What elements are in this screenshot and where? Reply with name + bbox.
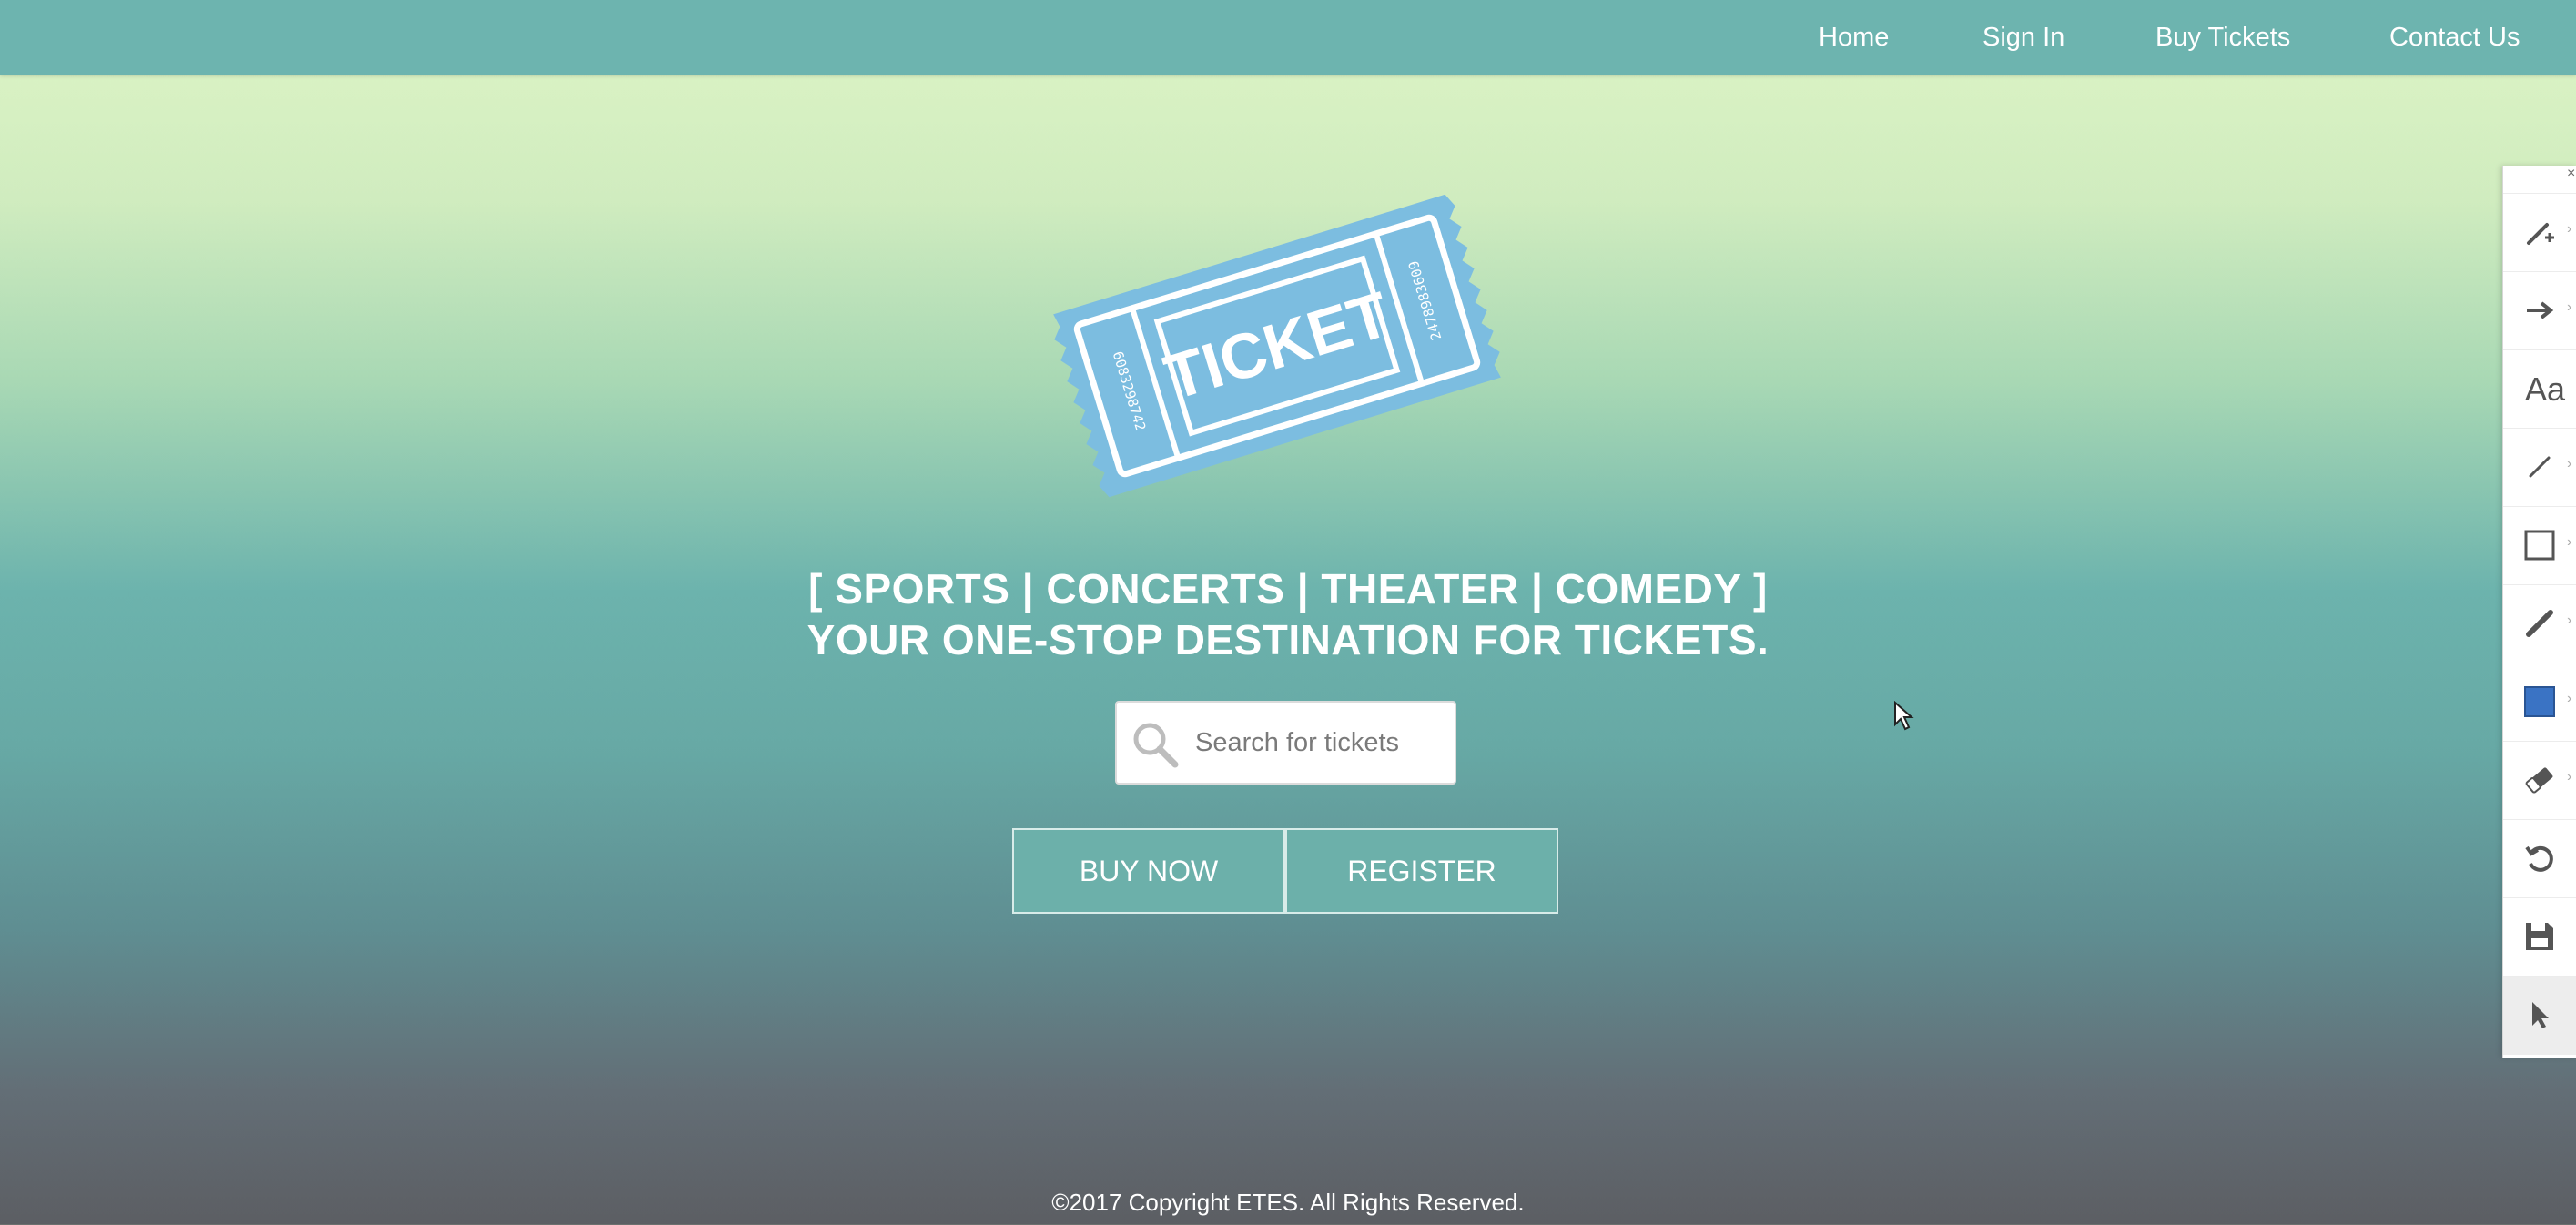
nav-sign-in-link[interactable]: Sign In bbox=[1983, 0, 2064, 75]
select-pointer-icon bbox=[2532, 1002, 2549, 1028]
rectangle-icon bbox=[2524, 530, 2555, 561]
undo-icon bbox=[2525, 845, 2553, 872]
pen-add-icon bbox=[2527, 223, 2554, 245]
color-swatch-icon bbox=[2524, 686, 2555, 717]
line-icon bbox=[2529, 456, 2551, 478]
search-box bbox=[1115, 701, 1456, 785]
arrow-right-icon bbox=[2527, 301, 2554, 319]
color-tool[interactable]: › bbox=[2503, 663, 2576, 742]
chevron-right-icon: › bbox=[2567, 612, 2572, 628]
register-button[interactable]: REGISTER bbox=[1285, 828, 1558, 914]
save-tool[interactable] bbox=[2503, 897, 2576, 977]
eraser-tool[interactable]: › bbox=[2503, 741, 2576, 820]
save-icon bbox=[2526, 923, 2553, 950]
buy-now-button[interactable]: BUY NOW bbox=[1012, 828, 1285, 914]
nav-buy-tickets-link[interactable]: Buy Tickets bbox=[2155, 0, 2290, 75]
arrow-tool[interactable]: › bbox=[2503, 271, 2576, 350]
chevron-right-icon: › bbox=[2567, 769, 2572, 785]
chevron-right-icon: › bbox=[2567, 299, 2572, 315]
search-input[interactable] bbox=[1195, 703, 1450, 783]
mouse-cursor-icon bbox=[1894, 701, 1914, 731]
ticket-logo: TICKET 6083298742 2478983609 bbox=[1053, 194, 1501, 498]
nav-home-link[interactable]: Home bbox=[1819, 0, 1889, 75]
search-icon bbox=[1133, 723, 1179, 768]
rectangle-tool[interactable]: › bbox=[2503, 506, 2576, 585]
brush-icon bbox=[2526, 610, 2553, 637]
toolbar-close-icon[interactable]: × bbox=[2567, 166, 2575, 182]
text-tool[interactable]: Aa bbox=[2503, 349, 2576, 429]
brush-tool[interactable]: › bbox=[2503, 584, 2576, 663]
text-icon: Aa bbox=[2525, 370, 2566, 408]
chevron-right-icon: › bbox=[2567, 691, 2572, 706]
undo-tool[interactable] bbox=[2503, 819, 2576, 898]
nav-contact-us-link[interactable]: Contact Us bbox=[2389, 0, 2520, 75]
pen-add-tool[interactable]: › bbox=[2503, 193, 2576, 272]
line-tool[interactable]: › bbox=[2503, 428, 2576, 507]
destination-tagline: YOUR ONE-STOP DESTINATION FOR TICKETS. bbox=[806, 616, 1770, 663]
footer-copyright: ©2017 Copyright ETES. All Rights Reserve… bbox=[1051, 1189, 1525, 1216]
select-tool[interactable] bbox=[2503, 976, 2576, 1055]
chevron-right-icon: › bbox=[2567, 221, 2572, 237]
top-nav: Home Sign In Buy Tickets Contact Us bbox=[0, 0, 2576, 75]
category-tagline: [ SPORTS | CONCERTS | THEATER | COMEDY ] bbox=[808, 565, 1768, 612]
chevron-right-icon: › bbox=[2567, 534, 2572, 550]
eraser-icon bbox=[2525, 767, 2553, 794]
drawing-toolbar: × › › Aa › › › › › bbox=[2502, 166, 2576, 1058]
chevron-right-icon: › bbox=[2567, 456, 2572, 471]
